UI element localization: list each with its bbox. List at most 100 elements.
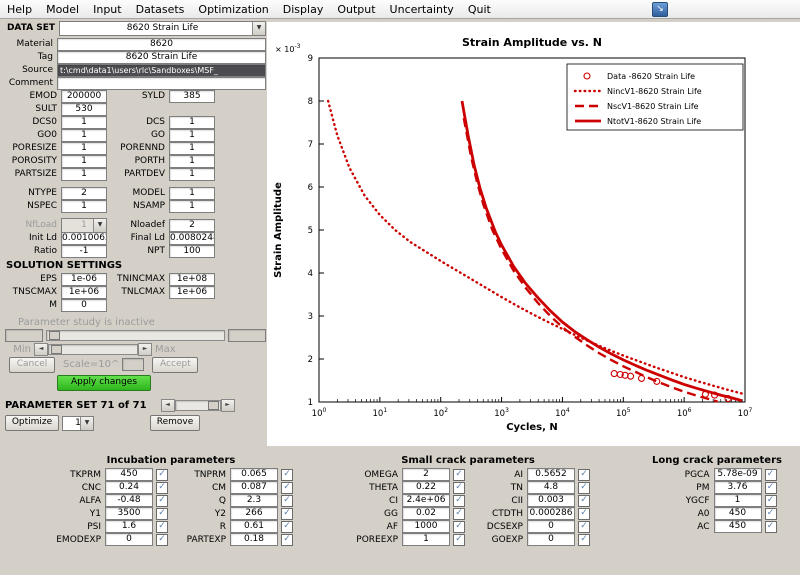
input-alfa[interactable]: -0.48 (105, 494, 153, 507)
paramset-slider[interactable] (175, 400, 221, 411)
input-tnlcmax[interactable]: 1e+06 (169, 286, 215, 299)
apply-changes-button[interactable]: Apply changes (57, 375, 151, 391)
checkbox-theta[interactable]: ✓ (453, 482, 465, 494)
checkbox-cnc[interactable]: ✓ (156, 482, 168, 494)
study-range-slider[interactable] (48, 344, 138, 355)
input-pgca[interactable]: 5.78e-09 (714, 468, 762, 481)
input-go0[interactable]: 1 (61, 129, 107, 142)
menu-item-datasets[interactable]: Datasets (129, 2, 192, 17)
input-tkprm[interactable]: 450 (105, 468, 153, 481)
input-ci[interactable]: 2.4e+06 (402, 494, 450, 507)
checkbox-ci[interactable]: ✓ (453, 495, 465, 507)
checkbox-tnprm[interactable]: ✓ (281, 469, 293, 481)
input-porennd[interactable]: 1 (169, 142, 215, 155)
optimize-button[interactable]: Optimize (5, 415, 59, 431)
input-cm[interactable]: 0.087 (230, 481, 278, 494)
checkbox-tkprm[interactable]: ✓ (156, 469, 168, 481)
input-ygcf[interactable]: 1 (714, 494, 762, 507)
input-partexp[interactable]: 0.18 (230, 533, 278, 546)
input-emodexp[interactable]: 0 (105, 533, 153, 546)
input-syld[interactable]: 385 (169, 90, 215, 103)
input-poreexp[interactable]: 1 (402, 533, 450, 546)
input-psi[interactable]: 1.6 (105, 520, 153, 533)
input-omega[interactable]: 2 (402, 468, 450, 481)
checkbox-ai[interactable]: ✓ (578, 469, 590, 481)
study-slider-left-arrow[interactable]: ◄ (34, 343, 48, 356)
input-tag[interactable]: 8620 Strain Life (57, 51, 266, 64)
menu-item-optimization[interactable]: Optimization (191, 2, 275, 17)
input-dcs0[interactable]: 1 (61, 116, 107, 129)
input-material[interactable]: 8620 (57, 38, 266, 51)
input-pm[interactable]: 3.76 (714, 481, 762, 494)
optimize-count-select[interactable]: 1 ▼ (62, 416, 94, 431)
checkbox-q[interactable]: ✓ (281, 495, 293, 507)
checkbox-goexp[interactable]: ✓ (578, 534, 590, 546)
checkbox-ygcf[interactable]: ✓ (765, 495, 777, 507)
menu-item-quit[interactable]: Quit (461, 2, 498, 17)
input-partsize[interactable]: 1 (61, 168, 107, 181)
input-model[interactable]: 1 (169, 187, 215, 200)
checkbox-y2[interactable]: ✓ (281, 508, 293, 520)
checkbox-y1[interactable]: ✓ (156, 508, 168, 520)
study-value-slider[interactable] (46, 330, 225, 341)
paramset-right-arrow[interactable]: ► (221, 399, 235, 412)
cancel-button[interactable]: Cancel (9, 357, 55, 373)
paramset-left-arrow[interactable]: ◄ (161, 399, 175, 412)
checkbox-alfa[interactable]: ✓ (156, 495, 168, 507)
checkbox-ac[interactable]: ✓ (765, 521, 777, 533)
menu-item-output[interactable]: Output (330, 2, 382, 17)
study-slider-right-arrow[interactable]: ► (138, 343, 152, 356)
menu-item-input[interactable]: Input (86, 2, 128, 17)
input-a0[interactable]: 450 (714, 507, 762, 520)
dataset-select[interactable]: 8620 Strain Life ▼ (59, 21, 266, 36)
input-tnincmax[interactable]: 1e+08 (169, 273, 215, 286)
input-ai[interactable]: 0.5652 (527, 468, 575, 481)
checkbox-cii[interactable]: ✓ (578, 495, 590, 507)
checkbox-cm[interactable]: ✓ (281, 482, 293, 494)
menu-item-display[interactable]: Display (276, 2, 331, 17)
checkbox-af[interactable]: ✓ (453, 521, 465, 533)
input-y1[interactable]: 3500 (105, 507, 153, 520)
input-init-ld[interactable]: 0.0010062 (61, 232, 107, 245)
checkbox-gg[interactable]: ✓ (453, 508, 465, 520)
input-goexp[interactable]: 0 (527, 533, 575, 546)
checkbox-partexp[interactable]: ✓ (281, 534, 293, 546)
input-partdev[interactable]: 1 (169, 168, 215, 181)
checkbox-a0[interactable]: ✓ (765, 508, 777, 520)
input-ac[interactable]: 450 (714, 520, 762, 533)
input-porth[interactable]: 1 (169, 155, 215, 168)
input-ntype[interactable]: 2 (61, 187, 107, 200)
checkbox-ctdth[interactable]: ✓ (578, 508, 590, 520)
input-gg[interactable]: 0.02 (402, 507, 450, 520)
dock-icon[interactable]: ↘ (652, 2, 668, 17)
input-cnc[interactable]: 0.24 (105, 481, 153, 494)
menu-item-model[interactable]: Model (39, 2, 86, 17)
study-max-input[interactable] (228, 329, 266, 342)
input-final-ld[interactable]: 0.0080248 (169, 232, 215, 245)
input-dcsexp[interactable]: 0 (527, 520, 575, 533)
input-tnscmax[interactable]: 1e+06 (61, 286, 107, 299)
checkbox-tn[interactable]: ✓ (578, 482, 590, 494)
input-emod[interactable]: 200000 (61, 90, 107, 103)
input-r[interactable]: 0.61 (230, 520, 278, 533)
input-m[interactable]: 0 (61, 299, 107, 312)
menu-item-help[interactable]: Help (0, 2, 39, 17)
study-min-input[interactable] (5, 329, 43, 342)
input-af[interactable]: 1000 (402, 520, 450, 533)
checkbox-psi[interactable]: ✓ (156, 521, 168, 533)
checkbox-emodexp[interactable]: ✓ (156, 534, 168, 546)
checkbox-omega[interactable]: ✓ (453, 469, 465, 481)
input-eps[interactable]: 1e-06 (61, 273, 107, 286)
input-poresize[interactable]: 1 (61, 142, 107, 155)
input-nspec[interactable]: 1 (61, 200, 107, 213)
input-porosity[interactable]: 1 (61, 155, 107, 168)
menu-item-uncertainty[interactable]: Uncertainty (383, 2, 461, 17)
scale-input[interactable] (122, 358, 144, 371)
input-nfload[interactable]: 1▼ (61, 218, 107, 233)
input-source[interactable]: t:\cmd\data1\users\rlc\Sandboxes\MSF_ (57, 64, 266, 77)
input-dcs[interactable]: 1 (169, 116, 215, 129)
checkbox-pgca[interactable]: ✓ (765, 469, 777, 481)
checkbox-dcsexp[interactable]: ✓ (578, 521, 590, 533)
checkbox-pm[interactable]: ✓ (765, 482, 777, 494)
input-ctdth[interactable]: 0.000286 (527, 507, 575, 520)
